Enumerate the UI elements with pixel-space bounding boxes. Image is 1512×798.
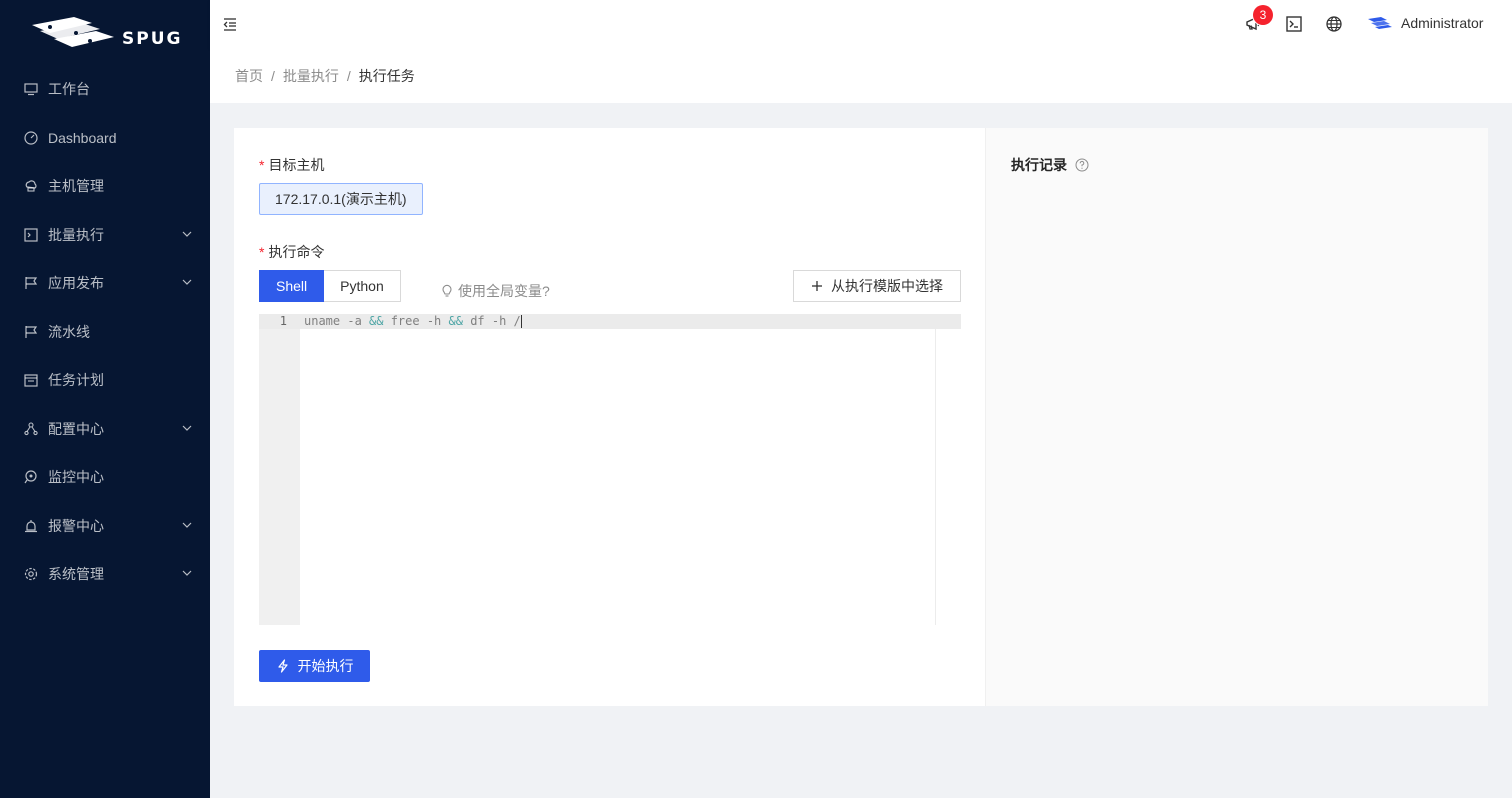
start-exec-label: 开始执行 xyxy=(297,658,354,674)
command-label: * 执行命令 xyxy=(259,244,325,260)
sidebar-item-batch-exec[interactable]: 批量执行 xyxy=(0,215,210,255)
sidebar-item-label: 报警中心 xyxy=(48,518,104,534)
notification-badge: 3 xyxy=(1253,5,1273,25)
chevron-down-icon xyxy=(182,231,192,237)
sidebar-item-schedule[interactable]: 任务计划 xyxy=(0,360,210,400)
deployment-unit-icon xyxy=(24,422,38,436)
global-var-hint-text: 使用全局变量? xyxy=(458,283,550,299)
terminal-icon[interactable] xyxy=(1285,15,1303,33)
radar-icon xyxy=(24,470,38,484)
records-title: 执行记录 xyxy=(1011,155,1089,175)
chevron-down-icon xyxy=(182,522,192,528)
setting-icon xyxy=(24,567,38,581)
exec-form-panel: * 目标主机 172.17.0.1(演示主机) * 执行命令 Shell Pytho… xyxy=(234,128,985,706)
editor-gutter xyxy=(259,314,300,625)
spug-logo-icon xyxy=(32,17,114,47)
sidebar-item-hosts[interactable]: 主机管理 xyxy=(0,166,210,206)
sidebar-item-pipeline[interactable]: 流水线 xyxy=(0,312,210,352)
logo[interactable]: SPUG xyxy=(0,0,210,64)
sidebar-item-label: 配置中心 xyxy=(48,421,104,437)
required-mark: * xyxy=(259,244,265,260)
breadcrumb: 首页 / 批量执行 / 执行任务 xyxy=(210,48,1512,103)
dashboard-icon xyxy=(24,131,38,145)
select-template-button[interactable]: 从执行模版中选择 xyxy=(793,270,961,302)
desktop-icon xyxy=(24,82,38,96)
menu-fold-icon[interactable] xyxy=(222,16,238,32)
breadcrumb-separator: / xyxy=(346,67,351,84)
alert-icon xyxy=(24,519,38,533)
flag-icon xyxy=(24,325,38,339)
code-icon xyxy=(24,228,38,242)
breadcrumb-batch-exec[interactable]: 批量执行 xyxy=(283,66,339,86)
sidebar-item-system[interactable]: 系统管理 xyxy=(0,554,210,594)
tab-python[interactable]: Python xyxy=(324,270,401,302)
user-name: Administrator xyxy=(1401,15,1484,31)
exec-records-panel: 执行记录 xyxy=(985,128,1488,706)
sidebar-item-label: 工作台 xyxy=(48,81,90,97)
sidebar-item-label: Dashboard xyxy=(48,130,117,146)
sidebar-item-app-release[interactable]: 应用发布 xyxy=(0,263,210,303)
sidebar-item-label: 系统管理 xyxy=(48,566,104,582)
required-mark: * xyxy=(259,157,265,173)
sidebar: SPUG 工作台 Dashboard 主机管理 批量执行 应用发布 流水线 任务… xyxy=(0,0,210,798)
host-label: * 目标主机 xyxy=(259,157,325,173)
sidebar-item-alarm[interactable]: 报警中心 xyxy=(0,506,210,546)
avatar xyxy=(1368,17,1392,29)
chevron-down-icon xyxy=(182,279,192,285)
global-var-hint[interactable]: 使用全局变量? xyxy=(440,281,550,301)
start-exec-button[interactable]: 开始执行 xyxy=(259,650,370,682)
chevron-down-icon xyxy=(182,425,192,431)
code-editor[interactable]: 1 uname -a && free -h && df -h / xyxy=(259,314,961,625)
code-line[interactable]: uname -a && free -h && df -h / xyxy=(304,314,522,329)
sidebar-item-workbench[interactable]: 工作台 xyxy=(0,69,210,109)
global-icon[interactable] xyxy=(1325,15,1343,33)
cloud-server-icon xyxy=(24,179,38,193)
bulb-icon xyxy=(442,284,452,297)
thunderbolt-icon xyxy=(277,659,288,673)
breadcrumb-home[interactable]: 首页 xyxy=(235,66,263,86)
select-template-label: 从执行模版中选择 xyxy=(831,278,943,294)
flag-icon xyxy=(24,276,38,290)
top-header: 3 Administrator xyxy=(210,0,1512,48)
language-tabs: Shell Python xyxy=(259,270,401,302)
breadcrumb-current: 执行任务 xyxy=(358,67,415,84)
line-number: 1 xyxy=(279,314,287,328)
sidebar-item-label: 主机管理 xyxy=(48,178,104,194)
sidebar-item-monitor[interactable]: 监控中心 xyxy=(0,457,210,497)
sidebar-item-label: 应用发布 xyxy=(48,275,104,291)
plus-icon xyxy=(812,281,822,291)
question-circle-icon[interactable] xyxy=(1075,158,1089,172)
sidebar-item-dashboard[interactable]: Dashboard xyxy=(0,118,210,158)
chevron-down-icon xyxy=(182,570,192,576)
sidebar-item-config[interactable]: 配置中心 xyxy=(0,409,210,449)
breadcrumb-separator: / xyxy=(271,67,275,84)
logo-text: SPUG xyxy=(122,29,183,49)
text-cursor xyxy=(520,315,522,328)
host-select-button[interactable]: 172.17.0.1(演示主机) xyxy=(259,183,423,215)
tab-shell[interactable]: Shell xyxy=(259,270,325,302)
user-menu[interactable]: Administrator xyxy=(1367,14,1483,32)
sidebar-item-label: 流水线 xyxy=(48,324,90,340)
schedule-icon xyxy=(24,373,38,387)
sidebar-item-label: 批量执行 xyxy=(48,227,104,243)
editor-print-margin xyxy=(935,329,936,625)
sidebar-item-label: 任务计划 xyxy=(48,372,104,388)
sidebar-item-label: 监控中心 xyxy=(48,469,104,485)
